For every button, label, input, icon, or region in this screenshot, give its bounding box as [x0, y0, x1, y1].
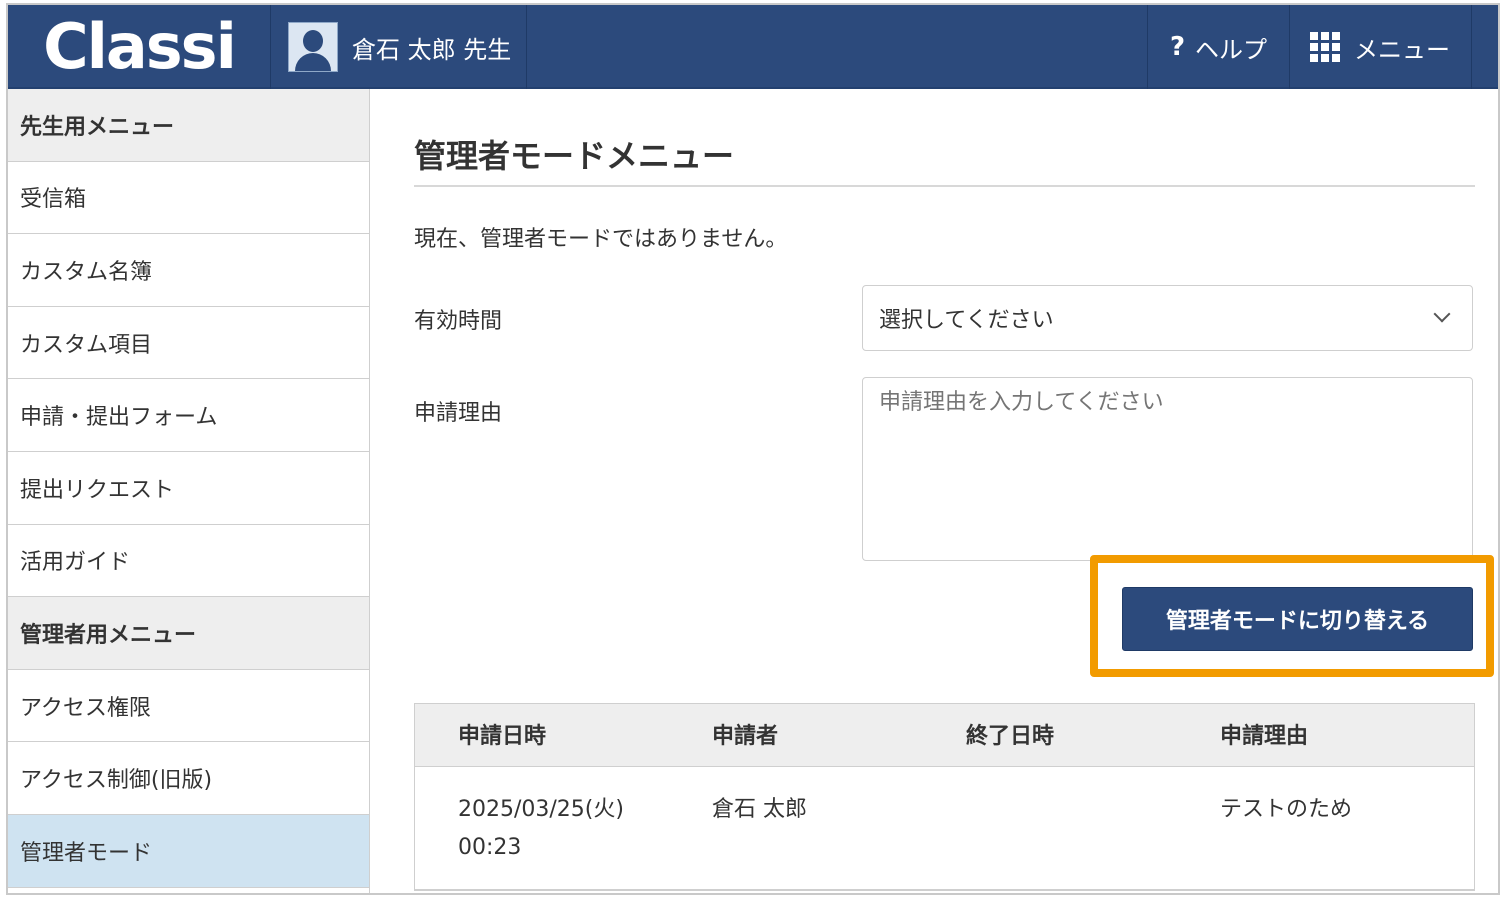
sidebar-heading-admin: 管理者用メニュー: [8, 597, 369, 670]
main-content: 管理者モードメニュー 現在、管理者モードではありません。 有効時間 選択してくだ…: [414, 89, 1494, 891]
reason-label: 申請理由: [414, 401, 503, 426]
user-info[interactable]: 倉石 太郎 先生: [270, 5, 527, 89]
sidebar-item-custom-fields[interactable]: カスタム項目: [8, 307, 369, 380]
cell-reason: テストのため: [1220, 797, 1353, 822]
grid-menu-icon: [1310, 32, 1340, 62]
sidebar-item-admin-mode[interactable]: 管理者モード: [8, 814, 369, 888]
app-frame: Classi 倉石 太郎 先生 ? ヘルプ メニュー 先生用メニュー 受信箱 カ…: [6, 3, 1500, 895]
page-title: 管理者モードメニュー: [414, 131, 1475, 187]
header-request-date: 申請日時: [458, 724, 547, 749]
menu-button[interactable]: メニュー: [1289, 5, 1472, 89]
cell-request-date: 2025/03/25(火) 00:23: [458, 791, 624, 867]
help-label: ヘルプ: [1195, 35, 1268, 64]
top-header: Classi 倉石 太郎 先生 ? ヘルプ メニュー: [8, 5, 1498, 89]
duration-select-value: 選択してください: [879, 308, 1054, 333]
user-name: 倉石 太郎 先生: [352, 35, 512, 64]
sidebar-item-forms[interactable]: 申請・提出フォーム: [8, 379, 369, 452]
classi-logo: Classi: [43, 10, 237, 83]
table-row: 2025/03/25(火) 00:23 倉石 太郎 テストのため: [415, 767, 1474, 890]
chevron-down-icon: [1433, 305, 1451, 323]
sidebar-item-inbox[interactable]: 受信箱: [8, 162, 369, 235]
cell-date-line2: 00:23: [458, 835, 522, 860]
request-history-table: 申請日時 申請者 終了日時 申請理由 2025/03/25(火) 00:23 倉…: [414, 703, 1475, 891]
duration-label: 有効時間: [414, 309, 503, 334]
logo-area[interactable]: Classi: [8, 5, 271, 89]
sidebar-item-access-permissions[interactable]: アクセス権限: [8, 670, 369, 743]
sidebar: 先生用メニュー 受信箱 カスタム名簿 カスタム項目 申請・提出フォーム 提出リク…: [8, 89, 370, 893]
cell-applicant: 倉石 太郎: [712, 797, 807, 822]
help-button[interactable]: ? ヘルプ: [1147, 5, 1290, 89]
status-text: 現在、管理者モードではありません。: [414, 227, 788, 252]
reason-textarea[interactable]: [862, 377, 1473, 561]
table-header: 申請日時 申請者 終了日時 申請理由: [415, 704, 1474, 767]
duration-select[interactable]: 選択してください: [862, 285, 1473, 351]
sidebar-item-custom-roster[interactable]: カスタム名簿: [8, 234, 369, 307]
cell-date-line1: 2025/03/25(火): [458, 797, 624, 822]
menu-label: メニュー: [1354, 35, 1450, 64]
header-applicant: 申請者: [712, 724, 779, 749]
switch-admin-mode-button[interactable]: 管理者モードに切り替える: [1122, 587, 1473, 651]
header-end-date: 終了日時: [966, 724, 1055, 749]
avatar-icon: [288, 22, 338, 72]
sidebar-heading-teacher: 先生用メニュー: [8, 89, 369, 162]
sidebar-item-access-control-legacy[interactable]: アクセス制御(旧版): [8, 742, 369, 815]
sidebar-item-submission-requests[interactable]: 提出リクエスト: [8, 452, 369, 525]
header-reason: 申請理由: [1220, 724, 1309, 749]
question-icon: ?: [1169, 32, 1186, 62]
sidebar-item-guide[interactable]: 活用ガイド: [8, 525, 369, 598]
